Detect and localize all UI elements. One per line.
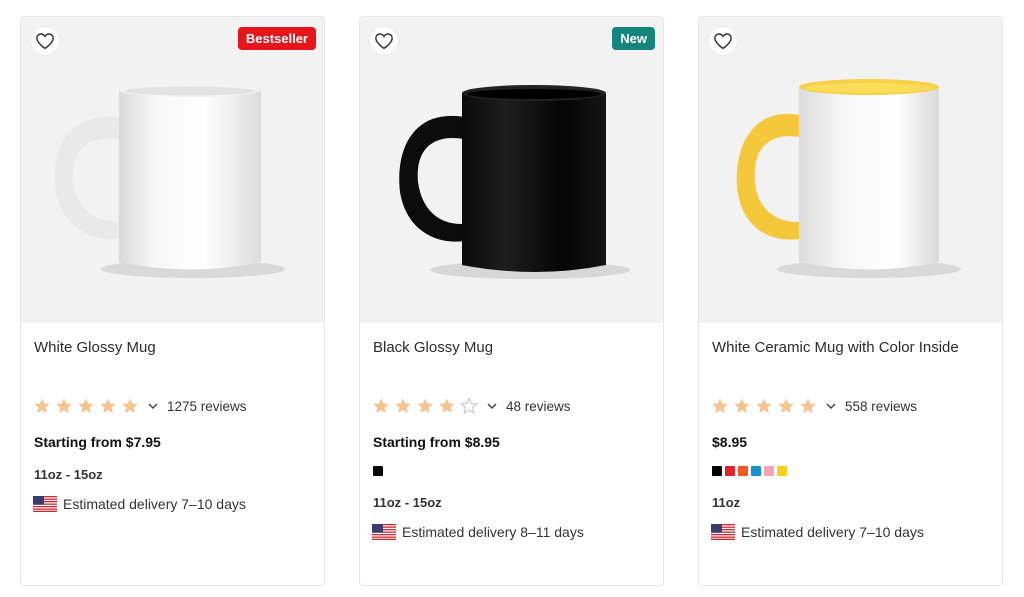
- favorite-button[interactable]: [31, 27, 59, 55]
- chevron-down-icon[interactable]: [147, 400, 159, 412]
- star-filled-icon: [778, 398, 794, 414]
- star-filled-icon: [417, 398, 433, 414]
- star-empty-icon: [460, 397, 478, 415]
- star-filled-icon: [100, 398, 116, 414]
- color-swatch[interactable]: [725, 466, 735, 476]
- color-swatches: [712, 466, 787, 476]
- us-flag-icon: [372, 524, 396, 540]
- delivery-estimate: Estimated delivery 7–10 days: [711, 524, 924, 540]
- review-count[interactable]: 1275 reviews: [167, 399, 247, 414]
- review-count[interactable]: 48 reviews: [506, 399, 571, 414]
- new-badge: New: [612, 27, 655, 50]
- star-rating: [33, 397, 139, 415]
- rating[interactable]: 48 reviews: [372, 395, 571, 417]
- product-image[interactable]: [21, 17, 324, 323]
- chevron-down-icon[interactable]: [825, 400, 837, 412]
- product-price: Starting from $8.95: [373, 434, 500, 450]
- delivery-text: Estimated delivery 7–10 days: [63, 496, 246, 512]
- heart-outline-icon: [36, 33, 54, 50]
- star-filled-icon: [800, 398, 816, 414]
- bestseller-badge: Bestseller: [237, 27, 316, 50]
- product-price: Starting from $7.95: [34, 434, 161, 450]
- color-swatch[interactable]: [751, 466, 761, 476]
- review-count[interactable]: 558 reviews: [845, 399, 917, 414]
- product-card[interactable]: New Black Glossy Mug 48 reviews Starting…: [359, 16, 664, 586]
- star-rating: [711, 397, 817, 415]
- black-mug-image: [399, 85, 630, 279]
- product-title[interactable]: White Glossy Mug: [34, 339, 156, 356]
- product-size: 11oz - 15oz: [34, 467, 103, 482]
- color-swatch[interactable]: [738, 466, 748, 476]
- delivery-text: Estimated delivery 8–11 days: [402, 524, 584, 540]
- star-filled-icon: [56, 398, 72, 414]
- heart-outline-icon: [375, 33, 393, 50]
- color-inside-mug-image: [736, 79, 961, 278]
- product-card[interactable]: White Ceramic Mug with Color Inside 558 …: [698, 16, 1003, 586]
- favorite-button[interactable]: [709, 27, 737, 55]
- color-swatch[interactable]: [777, 466, 787, 476]
- product-price: $8.95: [712, 434, 748, 450]
- product-size: 11oz - 15oz: [373, 495, 442, 510]
- delivery-estimate: Estimated delivery 8–11 days: [372, 524, 584, 540]
- product-size: 11oz: [712, 495, 741, 510]
- heart-outline-icon: [714, 33, 732, 50]
- product-title[interactable]: Black Glossy Mug: [373, 339, 493, 356]
- product-image[interactable]: [360, 17, 663, 323]
- star-filled-icon: [712, 398, 728, 414]
- us-flag-icon: [33, 496, 57, 512]
- star-filled-icon: [734, 398, 750, 414]
- delivery-text: Estimated delivery 7–10 days: [741, 524, 924, 540]
- delivery-estimate: Estimated delivery 7–10 days: [33, 496, 246, 512]
- favorite-button[interactable]: [370, 27, 398, 55]
- rating[interactable]: 1275 reviews: [33, 395, 247, 417]
- star-filled-icon: [78, 398, 94, 414]
- white-mug-image: [54, 83, 285, 278]
- chevron-down-icon[interactable]: [486, 400, 498, 412]
- star-filled-icon: [439, 398, 455, 414]
- product-image[interactable]: [699, 17, 1002, 323]
- star-filled-icon: [756, 398, 772, 414]
- star-filled-icon: [122, 398, 138, 414]
- color-swatches: [373, 466, 383, 476]
- star-filled-icon: [34, 398, 50, 414]
- color-swatch[interactable]: [764, 466, 774, 476]
- product-card[interactable]: Bestseller White Glossy Mug 1275 reviews…: [20, 16, 325, 586]
- product-title[interactable]: White Ceramic Mug with Color Inside: [712, 339, 959, 356]
- color-swatch[interactable]: [712, 466, 722, 476]
- star-filled-icon: [373, 398, 389, 414]
- rating[interactable]: 558 reviews: [711, 395, 917, 417]
- star-rating: [372, 397, 478, 415]
- us-flag-icon: [711, 524, 735, 540]
- color-swatch[interactable]: [373, 466, 383, 476]
- star-filled-icon: [395, 398, 411, 414]
